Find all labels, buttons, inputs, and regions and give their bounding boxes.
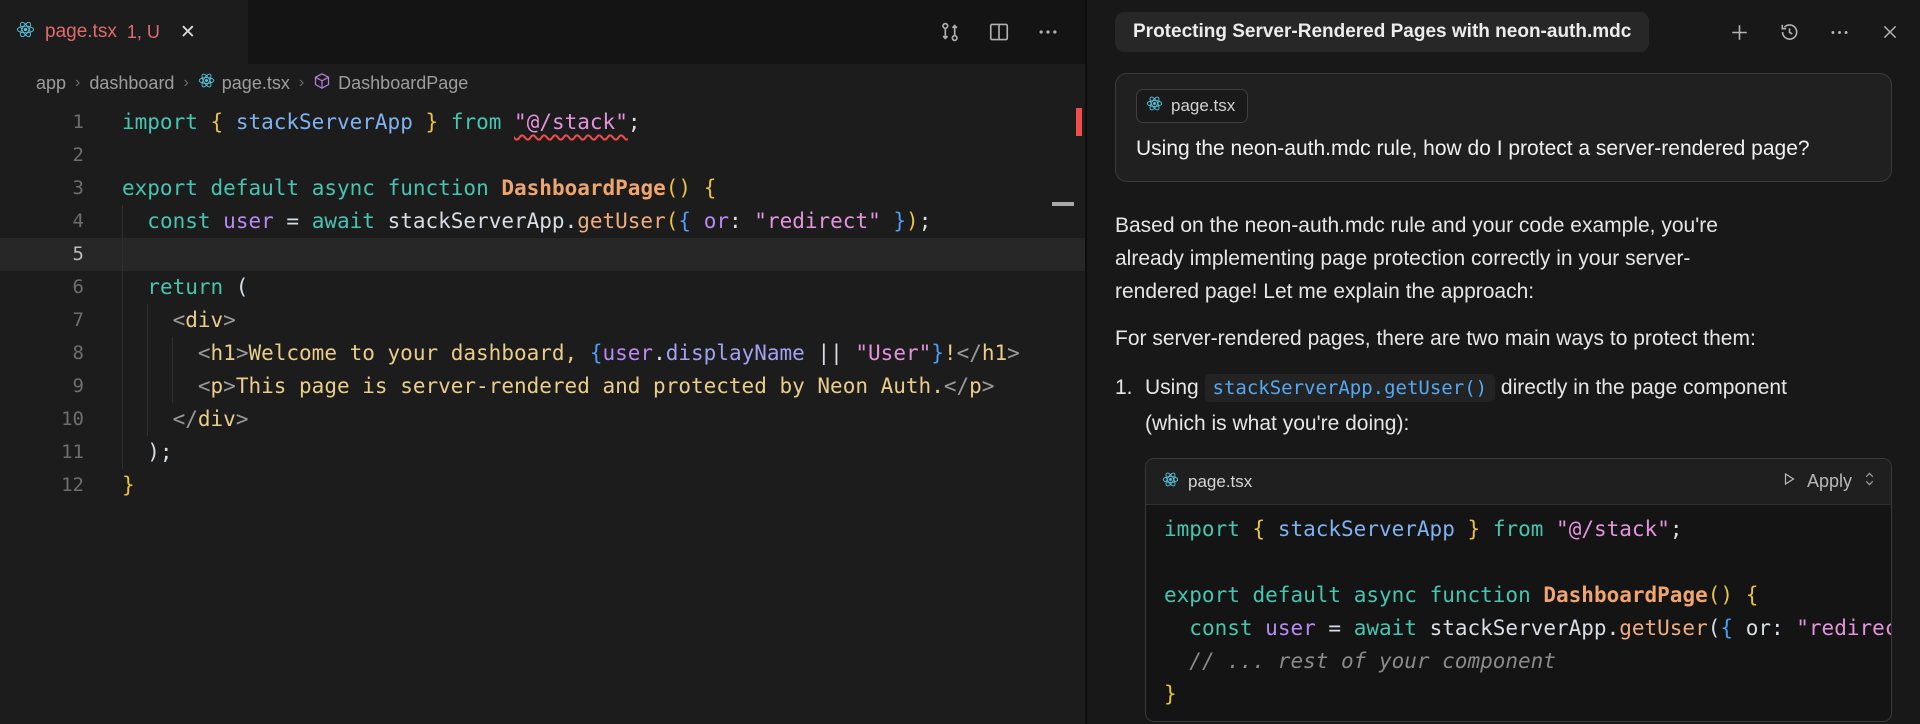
tabbar-spacer <box>248 0 939 64</box>
inline-code: stackServerApp.getUser() <box>1205 374 1496 402</box>
code-line: export default async function DashboardP… <box>1164 579 1891 612</box>
line-number: 6 <box>0 271 84 304</box>
breadcrumb-dashboard[interactable]: dashboard <box>89 73 174 94</box>
list-line1: Using stackServerApp.getUser() directly … <box>1145 370 1787 406</box>
code-line: 2 <box>0 139 1085 172</box>
breadcrumb: app › dashboard › page.tsx › DashboardPa… <box>0 64 1085 102</box>
breadcrumb-separator: › <box>183 74 188 92</box>
chat-code-block: page.tsx Apply import { stackServerApp }… <box>1145 458 1892 722</box>
tab-page-tsx[interactable]: page.tsx 1, U ✕ <box>0 0 248 64</box>
response-text-line: already implementing page protection cor… <box>1115 242 1892 275</box>
history-icon[interactable] <box>1779 22 1800 43</box>
breadcrumb-page-tsx[interactable]: page.tsx <box>198 72 290 94</box>
close-icon[interactable] <box>1879 22 1900 43</box>
symbol-method-icon <box>313 72 331 95</box>
list-body: Using stackServerApp.getUser() directly … <box>1145 370 1787 442</box>
chat-title-tab[interactable]: Protecting Server-Rendered Pages with ne… <box>1115 12 1649 52</box>
tab-bar: page.tsx 1, U ✕ <box>0 0 1085 64</box>
code-line: 11 ); <box>0 436 1085 469</box>
open-changes-icon[interactable] <box>939 21 961 43</box>
split-editor-icon[interactable] <box>988 21 1010 43</box>
breadcrumb-separator: › <box>299 74 304 92</box>
line-number: 4 <box>0 205 84 238</box>
code-line: 6 return ( <box>0 271 1085 304</box>
chip-filename: page.tsx <box>1171 96 1235 116</box>
response-text-line: rendered page! Let me explain the approa… <box>1115 275 1892 308</box>
chat-header: Protecting Server-Rendered Pages with ne… <box>1087 0 1920 64</box>
editor-pane: page.tsx 1, U ✕ app › dashboard › <box>0 0 1085 724</box>
more-icon[interactable] <box>1829 22 1850 43</box>
line-number: 3 <box>0 172 84 205</box>
line-number: 10 <box>0 403 84 436</box>
breadcrumb-separator: › <box>75 74 80 92</box>
tab-filename: page.tsx <box>45 21 117 43</box>
code-line: import { stackServerApp } from "@/stack"… <box>1164 513 1891 546</box>
code-line: } <box>1164 678 1891 711</box>
apply-button[interactable]: Apply <box>1781 470 1877 493</box>
code-line: 9 <p>This page is server-rendered and pr… <box>0 370 1085 403</box>
code-block-body: import { stackServerApp } from "@/stack"… <box>1146 505 1891 721</box>
chat-pane: Protecting Server-Rendered Pages with ne… <box>1085 0 1920 724</box>
line-number: 8 <box>0 337 84 370</box>
breadcrumb-dashboardpage-symbol[interactable]: DashboardPage <box>313 72 468 95</box>
code-line: 8 <h1>Welcome to your dashboard, {user.d… <box>0 337 1085 370</box>
react-icon <box>1162 471 1179 493</box>
code-line: 1import { stackServerApp } from "@/stack… <box>0 106 1085 139</box>
breadcrumb-app[interactable]: app <box>36 73 66 94</box>
list-number: 1. <box>1115 370 1145 442</box>
line-number: 11 <box>0 436 84 469</box>
numbered-list-item: 1. Using stackServerApp.getUser() direct… <box>1115 370 1892 442</box>
code-line: 10 </div> <box>0 403 1085 436</box>
code-block-header: page.tsx Apply <box>1146 459 1891 505</box>
code-line: 7 <div> <box>0 304 1085 337</box>
line-number: 7 <box>0 304 84 337</box>
close-tab-icon[interactable]: ✕ <box>180 23 196 42</box>
response-paragraph: For server-rendered pages, there are two… <box>1115 322 1892 355</box>
user-question-text: Using the neon-auth.mdc rule, how do I p… <box>1136 137 1871 161</box>
play-icon <box>1781 471 1797 492</box>
line-number: 1 <box>0 106 84 139</box>
response-paragraph: Based on the neon-auth.mdc rule and your… <box>1115 209 1892 308</box>
editor-toolbar <box>939 0 1085 64</box>
tab-decorations: 1, U <box>127 22 160 43</box>
react-icon <box>16 20 35 44</box>
code-line: 12} <box>0 469 1085 502</box>
user-message-card: page.tsx Using the neon-auth.mdc rule, h… <box>1115 73 1892 182</box>
chat-header-icons <box>1729 22 1900 43</box>
assistant-response: Based on the neon-auth.mdc rule and your… <box>1115 209 1892 722</box>
code-line: 3export default async function Dashboard… <box>0 172 1085 205</box>
react-icon <box>198 72 215 94</box>
line-number: 12 <box>0 469 84 502</box>
line-number: 9 <box>0 370 84 403</box>
overview-ruler-error-marker <box>1076 108 1082 136</box>
line-number: 5 <box>0 238 84 271</box>
code-block-filename: page.tsx <box>1188 472 1252 492</box>
code-editor[interactable]: 1import { stackServerApp } from "@/stack… <box>0 102 1085 502</box>
chat-body: page.tsx Using the neon-auth.mdc rule, h… <box>1087 64 1920 722</box>
code-line: 5 <box>0 238 1085 271</box>
expand-icon[interactable] <box>1862 470 1877 493</box>
overview-ruler-cursor-marker <box>1052 202 1074 206</box>
attached-file-chip[interactable]: page.tsx <box>1136 89 1248 123</box>
code-line: const user = await stackServerApp.getUse… <box>1164 612 1891 645</box>
list-line2: (which is what you're doing): <box>1145 406 1787 442</box>
line-number: 2 <box>0 139 84 172</box>
new-chat-icon[interactable] <box>1729 22 1750 43</box>
app-window: page.tsx 1, U ✕ app › dashboard › <box>0 0 1920 724</box>
more-actions-icon[interactable] <box>1037 21 1059 43</box>
code-line <box>1164 546 1891 579</box>
response-text-line: Based on the neon-auth.mdc rule and your… <box>1115 209 1892 242</box>
react-icon <box>1146 95 1163 117</box>
code-line: 4 const user = await stackServerApp.getU… <box>0 205 1085 238</box>
code-line: // ... rest of your component <box>1164 645 1891 678</box>
